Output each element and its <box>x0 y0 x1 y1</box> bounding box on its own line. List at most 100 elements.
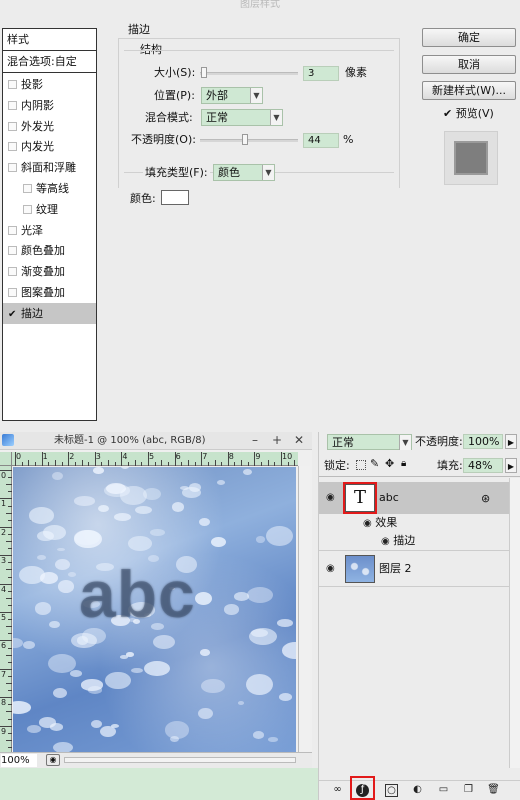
checkbox[interactable] <box>23 184 32 193</box>
style-item[interactable]: 颜色叠加 <box>3 240 96 261</box>
new-style-button[interactable]: 新建样式(W)... <box>422 81 516 100</box>
horizontal-ruler[interactable]: 0 1 2 3 4 5 6 7 8 9 10 <box>12 452 298 466</box>
lock-all-icon[interactable]: 🔒︎ <box>401 458 406 469</box>
layer-blend-mode-select[interactable]: 正常 ▼ <box>327 434 412 450</box>
checkbox[interactable] <box>8 246 17 256</box>
position-label: 位置(P): <box>154 89 195 102</box>
eye-icon[interactable]: ◉ <box>326 564 335 574</box>
checkbox[interactable] <box>8 267 17 277</box>
cancel-button[interactable]: 取消 <box>422 55 516 74</box>
size-input[interactable]: 3 <box>303 66 339 81</box>
vertical-scrollbar[interactable] <box>298 466 310 752</box>
stroke-effect-row[interactable]: ◉ 描边 <box>381 534 415 548</box>
opacity-slider-thumb[interactable] <box>242 134 248 145</box>
ruler-tick <box>6 683 12 684</box>
style-item[interactable]: 图案叠加 <box>3 282 96 303</box>
stroke-color-swatch[interactable] <box>161 190 189 205</box>
style-item[interactable]: 外发光 <box>3 116 96 137</box>
checkbox[interactable] <box>8 163 17 173</box>
text-layer-thumbnail[interactable]: T <box>343 482 377 514</box>
ruler-tick <box>0 697 12 699</box>
adjustment-layer-icon[interactable]: ◐ <box>411 784 424 797</box>
blending-options-item[interactable]: 混合选项:自定 <box>3 51 96 72</box>
preview-swatch <box>454 141 488 175</box>
layers-scrollbar[interactable] <box>509 478 520 768</box>
vertical-ruler[interactable]: 0 1 2 3 4 5 6 7 8 9 <box>0 466 12 752</box>
lock-transparency-icon[interactable] <box>356 460 366 470</box>
maximize-icon[interactable]: + <box>272 433 282 447</box>
checkbox[interactable] <box>8 225 17 235</box>
eye-icon[interactable]: ◉ <box>381 536 390 547</box>
close-icon[interactable]: ✕ <box>294 433 304 447</box>
ok-button[interactable]: 确定 <box>422 28 516 47</box>
opacity-input[interactable]: 44 <box>303 133 339 148</box>
minimize-icon[interactable]: – <box>252 433 258 447</box>
layer-divider <box>319 586 509 587</box>
style-item[interactable]: 内阴影 <box>3 95 96 116</box>
layer-row-abc[interactable]: ◉ T abc ⊛ <box>319 482 509 514</box>
style-item[interactable]: 光泽 <box>3 220 96 241</box>
checkbox[interactable] <box>23 204 32 214</box>
ruler-tick <box>114 462 116 466</box>
text-layer-name[interactable]: abc <box>379 491 399 505</box>
document-titlebar[interactable]: 未标题-1 @ 100% (abc, RGB/8) – + ✕ <box>0 432 312 450</box>
blend-mode-select[interactable]: 正常 ▼ <box>201 109 283 126</box>
eye-icon[interactable]: ◉ <box>363 518 372 529</box>
chevron-down-icon: ▼ <box>399 435 411 450</box>
style-item[interactable]: 渐变叠加 <box>3 261 96 282</box>
eye-icon[interactable]: ◉ <box>326 493 335 503</box>
trash-icon[interactable]: 🗑︎ <box>487 784 500 797</box>
check-icon[interactable]: ✔ <box>8 304 17 325</box>
link-layers-icon[interactable]: ∞ <box>331 784 344 797</box>
fx-icon[interactable]: ⊛ <box>481 492 490 505</box>
checkbox[interactable] <box>8 121 17 131</box>
checkbox[interactable] <box>8 80 17 89</box>
style-item[interactable]: 纹理 <box>3 199 96 220</box>
preview-checkbox[interactable]: ✔ 预览(V) <box>443 107 494 121</box>
ruler-tick <box>6 739 12 741</box>
style-item[interactable]: 斜面和浮雕 <box>3 157 96 178</box>
checkbox[interactable] <box>8 100 17 110</box>
opacity-slider[interactable] <box>200 139 298 142</box>
layer-opacity-input[interactable]: 100% <box>463 434 503 449</box>
checkbox[interactable] <box>8 288 17 297</box>
layer-row-image[interactable]: ◉ 图层 2 <box>319 552 509 586</box>
ruler-tick <box>6 569 12 571</box>
style-item[interactable]: 内发光 <box>3 136 96 157</box>
style-item[interactable]: ✔ 描边 <box>3 302 96 325</box>
cloud <box>126 652 135 657</box>
layer-style-dialog: 图层样式 样式 混合选项:自定 投影 内阴影 外发光 内发光 斜面和浮雕 等高线 纹理 光泽颜… <box>0 0 520 425</box>
lock-brush-icon[interactable]: ✎ <box>370 457 379 470</box>
cloud <box>52 471 64 480</box>
image-canvas[interactable]: abc <box>13 467 296 752</box>
cloud <box>282 642 296 659</box>
zoom-level[interactable]: 100% <box>1 754 37 767</box>
ruler-number: 8 <box>1 698 7 708</box>
style-item[interactable]: 等高线 <box>3 178 96 199</box>
add-layer-style-icon[interactable]: ƒ <box>356 784 369 797</box>
new-layer-icon[interactable]: ❐ <box>462 784 475 797</box>
ruler-origin[interactable] <box>0 452 12 466</box>
effects-row[interactable]: ◉ 效果 <box>363 516 397 530</box>
styles-header[interactable]: 样式 <box>3 29 96 50</box>
image-layer-thumbnail[interactable] <box>345 555 375 583</box>
status-menu-icon[interactable]: ◉ <box>46 754 60 766</box>
chevron-right-icon[interactable]: ▶ <box>505 434 517 449</box>
styles-divider <box>3 72 96 73</box>
style-item-label: 外发光 <box>21 119 54 133</box>
position-select[interactable]: 外部 ▼ <box>201 87 263 104</box>
ruler-tick <box>8 548 12 550</box>
chevron-right-icon[interactable]: ▶ <box>505 458 517 473</box>
new-group-icon[interactable]: ▭ <box>437 784 450 797</box>
checkbox[interactable] <box>8 142 17 152</box>
fill-type-select[interactable]: 颜色 ▼ <box>213 164 275 181</box>
ruler-tick <box>141 462 143 466</box>
image-layer-name[interactable]: 图层 2 <box>379 562 412 576</box>
style-item[interactable]: 投影 <box>3 74 96 95</box>
lock-move-icon[interactable]: ✥ <box>385 457 394 470</box>
layer-fill-input[interactable]: 48% <box>463 458 503 473</box>
size-slider-thumb[interactable] <box>201 67 207 78</box>
size-slider[interactable] <box>200 72 298 75</box>
add-mask-icon[interactable]: ○ <box>385 784 398 797</box>
horizontal-scrollbar[interactable] <box>64 757 296 763</box>
